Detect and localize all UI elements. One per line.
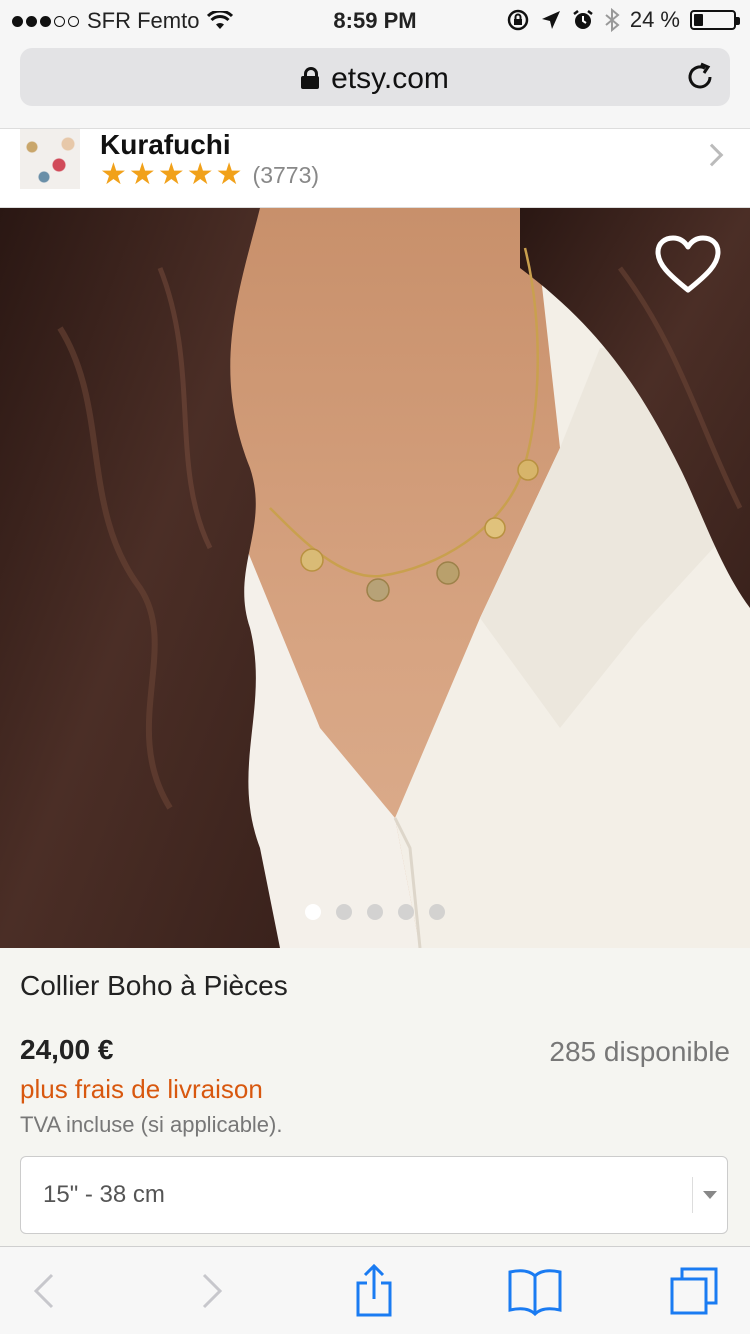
star-icon: ★	[215, 158, 243, 191]
star-icon: ★	[100, 158, 127, 191]
pager-dot[interactable]	[429, 904, 445, 920]
status-bar: SFR Femto 8:59 PM 24 %	[0, 0, 750, 40]
chevron-right-icon	[202, 1273, 223, 1309]
product-title: Collier Boho à Pièces	[20, 970, 288, 1001]
review-count: (3773)	[252, 161, 320, 188]
lock-icon	[301, 67, 320, 89]
share-button[interactable]	[344, 1261, 404, 1321]
book-icon	[508, 1269, 562, 1316]
shop-name[interactable]: Kurafuchi	[100, 129, 231, 161]
image-pager[interactable]	[0, 904, 750, 920]
bookmarks-button[interactable]	[505, 1261, 565, 1321]
shop-rating: ★ ★ ★ ★ ★ (3773)	[100, 159, 319, 191]
product-price: 24,00 €	[20, 1034, 114, 1065]
chevron-down-icon	[703, 1191, 717, 1199]
pager-dot[interactable]	[367, 904, 383, 920]
variation-select[interactable]: 15" - 38 cm	[20, 1156, 728, 1234]
chevron-right-icon[interactable]	[700, 143, 724, 167]
product-photo-illustration	[0, 208, 750, 948]
star-icon: ★	[157, 158, 185, 191]
location-arrow-icon	[541, 11, 560, 29]
browser-toolbar	[0, 1246, 750, 1334]
bluetooth-icon	[605, 8, 620, 32]
shipping-link[interactable]: plus frais de livraison	[20, 1074, 263, 1105]
shop-header[interactable]: Kurafuchi ★ ★ ★ ★ ★ (3773)	[0, 128, 750, 208]
pager-dot[interactable]	[398, 904, 414, 920]
product-info: Collier Boho à Pièces 24,00 € 285 dispon…	[0, 948, 750, 1248]
product-image[interactable]	[0, 208, 750, 948]
heart-icon[interactable]	[654, 234, 722, 296]
stock-availability: 285 disponible	[549, 1036, 730, 1067]
pager-dot[interactable]	[336, 904, 352, 920]
orientation-lock-icon	[507, 9, 529, 31]
star-icon: ★	[186, 158, 214, 191]
star-icon: ★	[128, 158, 156, 191]
tabs-button[interactable]	[664, 1261, 724, 1321]
battery-percent: 24 %	[629, 7, 680, 32]
browser-chrome: etsy.com	[0, 40, 750, 128]
select-divider	[692, 1177, 693, 1213]
share-icon	[356, 1263, 392, 1317]
pager-dot[interactable]	[305, 904, 321, 920]
tabs-icon	[670, 1267, 718, 1315]
back-button[interactable]	[14, 1261, 74, 1321]
variation-selected-value: 15" - 38 cm	[43, 1181, 165, 1208]
battery-icon	[690, 10, 740, 30]
reload-icon[interactable]	[684, 61, 716, 93]
forward-button[interactable]	[182, 1261, 242, 1321]
url-text: etsy.com	[331, 62, 449, 95]
address-bar[interactable]: etsy.com	[20, 48, 730, 106]
vat-note: TVA incluse (si applicable).	[20, 1112, 283, 1137]
chevron-left-icon	[33, 1273, 54, 1309]
status-right: 24 %	[506, 7, 740, 33]
shop-avatar[interactable]	[20, 129, 80, 189]
alarm-clock-icon	[573, 10, 593, 29]
address-display[interactable]: etsy.com	[20, 62, 730, 96]
